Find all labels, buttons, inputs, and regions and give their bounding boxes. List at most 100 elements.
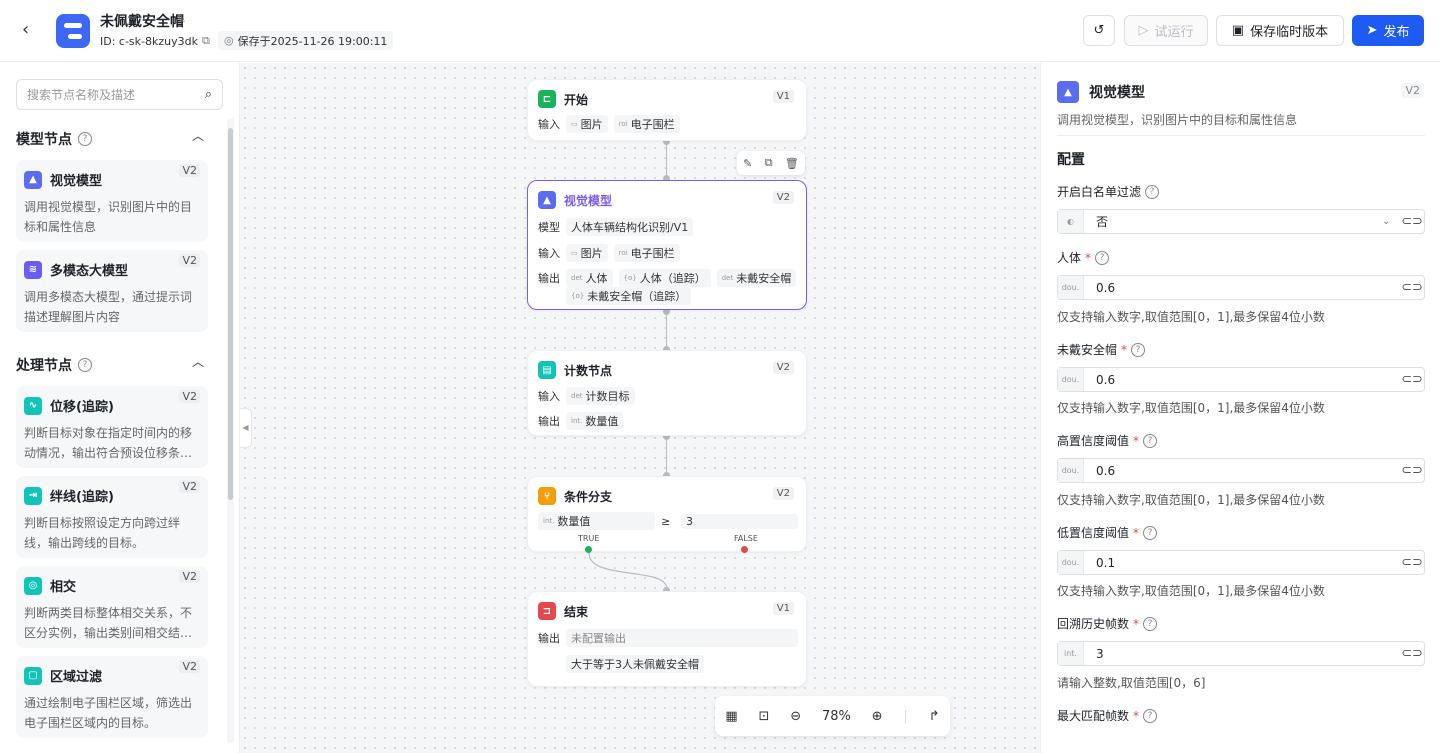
node-library-sidebar: 搜索节点名称及描述 ⌕ 模型节点? ︿ ▲ 视觉模型 V2 调用视觉模型，识别图片中…: [0, 63, 240, 753]
link-icon[interactable]: ⊂⊃: [1400, 555, 1424, 570]
zoom-out-icon[interactable]: ⊖: [790, 709, 801, 724]
help-icon[interactable]: ?: [1145, 184, 1160, 199]
no-helmet-threshold-input[interactable]: dou. 0.6 ⊂⊃: [1057, 367, 1425, 392]
save-version-button[interactable]: ▣ 保存临时版本: [1216, 15, 1344, 46]
app-title: 未佩戴安全帽: [100, 14, 184, 30]
link-icon[interactable]: ⊂⊃: [1400, 646, 1424, 661]
app-logo: [56, 14, 90, 48]
node-card-tripwire[interactable]: ⇥ 绊线(追踪) V2 判断目标按照设定方向跨过绊线，输出跨线的目标。: [16, 476, 208, 558]
tripwire-icon: ⇥: [24, 486, 42, 505]
true-label: TRUE: [578, 534, 600, 543]
link-icon[interactable]: ⊂⊃: [1400, 280, 1424, 295]
edit-title-icon[interactable]: ✎: [176, 12, 186, 26]
node-end[interactable]: ⊐ 结束 V1 输出 未配置输出 大于等于3人未佩戴安全帽: [527, 591, 807, 687]
condition-field[interactable]: int. 数量值: [538, 512, 656, 530]
node-start[interactable]: ⊏ 开始 V1 输入 ▭ 图片 roi 电子围栏: [527, 79, 807, 141]
sidebar-scrollbar[interactable]: [228, 128, 233, 500]
field-label: 高置信度阈值 *?: [1057, 432, 1158, 449]
field-label: 人体 *?: [1057, 249, 1110, 266]
whitelist-select[interactable]: ◐ 否 ⌄ ⊂⊃: [1057, 209, 1425, 234]
false-label: FALSE: [734, 534, 758, 543]
field-label: 最大匹配帧数 *?: [1057, 707, 1158, 724]
check-circle-icon: ◎: [224, 34, 234, 47]
config-section-title: 配置: [1057, 152, 1085, 168]
node-card-multimodal-model[interactable]: ≋ 多模态大模型 V2 调用多模态大模型，通过提示词描述理解图片内容: [16, 250, 208, 332]
grid-icon[interactable]: ▦: [725, 709, 737, 724]
help-icon[interactable]: ?: [1143, 708, 1158, 723]
node-card-vision-model[interactable]: ▲ 视觉模型 V2 调用视觉模型，识别图片中的目标和属性信息: [16, 160, 208, 242]
panel-desc: 调用视觉模型，识别图片中的目标和属性信息: [1057, 113, 1298, 127]
input-chip: ▭ 图片: [566, 115, 608, 133]
collapse-sidebar-icon[interactable]: ◀: [240, 408, 252, 448]
output-chip: int. 数量值: [566, 412, 624, 430]
region-icon: ▢: [24, 666, 42, 685]
false-port[interactable]: [741, 546, 748, 553]
help-icon[interactable]: ?: [1095, 250, 1110, 265]
input-chip: det 计数目标: [566, 387, 635, 405]
history-frames-input[interactable]: int. 3 ⊂⊃: [1057, 641, 1425, 666]
back-arrow-icon[interactable]: ‹: [22, 20, 42, 40]
end-icon: ⊐: [538, 602, 556, 620]
link-icon[interactable]: ⊂⊃: [1400, 214, 1424, 229]
panel-version: V2: [1401, 83, 1424, 98]
edit-icon[interactable]: ✎: [743, 157, 752, 170]
field-label: 未戴安全帽 *?: [1057, 341, 1146, 358]
save-icon: ▣: [1231, 23, 1245, 38]
counter-icon: ▤: [538, 361, 556, 379]
low-confidence-input[interactable]: dou. 0.1 ⊂⊃: [1057, 550, 1425, 575]
field-label: 低置信度阈值 *?: [1057, 524, 1158, 541]
node-card-region-filter[interactable]: ▢ 区域过滤 V2 通过绘制电子围栏区域，筛选出电子围栏区域内的目标。: [16, 656, 208, 738]
layers-icon: ≋: [24, 260, 42, 279]
copy-icon[interactable]: ⧉: [202, 34, 210, 48]
output-chip: det 人体: [566, 269, 613, 287]
search-icon: ⌕: [204, 87, 212, 102]
input-chip: roi 电子围栏: [613, 115, 680, 133]
node-search-input[interactable]: 搜索节点名称及描述 ⌕: [16, 79, 223, 110]
chevron-up-icon[interactable]: ︿: [192, 127, 204, 144]
workflow-canvas[interactable]: ◀ ⊏ 开始 V1 输入 ▭ 图片 roi 电子围栏 ✎ ⧉ 🗑 ▲ 视觉模型 V2 模型 …: [240, 63, 1040, 753]
whitelist-label: 开启白名单过滤?: [1057, 183, 1160, 200]
copy-icon[interactable]: ⧉: [765, 156, 773, 170]
toolbar-divider: |: [903, 708, 908, 724]
section-model-nodes[interactable]: 模型节点?: [16, 129, 92, 149]
connector-icon[interactable]: ↱: [929, 709, 940, 724]
delete-icon[interactable]: 🗑: [785, 157, 799, 170]
canvas-toolbar: ▦ ⊡ ⊖ 78% ⊕ | ↱: [715, 696, 950, 736]
zoom-in-icon[interactable]: ⊕: [872, 709, 883, 724]
end-message: 大于等于3人未佩戴安全帽: [566, 655, 704, 673]
input-chip: roi 电子围栏: [613, 244, 680, 262]
help-icon[interactable]: ?: [1131, 342, 1146, 357]
publish-button[interactable]: ➤ 发布: [1352, 15, 1424, 46]
node-counter[interactable]: ▤ 计数节点 V2 输入 det 计数目标 输出 int. 数量值: [527, 350, 807, 436]
fit-view-icon[interactable]: ⊡: [759, 709, 770, 724]
save-status: ◎ 保存于2025-11-26 19:00:11: [218, 31, 394, 50]
section-process-nodes[interactable]: 处理节点?: [16, 355, 92, 375]
body-threshold-input[interactable]: dou. 0.6 ⊂⊃: [1057, 275, 1425, 300]
link-icon[interactable]: ⊂⊃: [1400, 372, 1424, 387]
help-icon[interactable]: ?: [1143, 525, 1158, 540]
image-icon: ▲: [1057, 81, 1079, 103]
true-port[interactable]: [585, 546, 592, 553]
high-confidence-input[interactable]: dou. 0.6 ⊂⊃: [1057, 458, 1425, 483]
chevron-down-icon: ⌄: [1382, 216, 1391, 227]
model-chip: 人体车辆结构化识别/V1: [566, 218, 694, 236]
node-card-displacement[interactable]: ∿ 位移(追踪) V2 判断目标对象在指定时间内的移动情况，输出符合预设位移条…: [16, 386, 208, 468]
help-icon[interactable]: ?: [78, 132, 92, 146]
chevron-up-icon[interactable]: ︿: [192, 353, 204, 370]
zoom-level: 78%: [821, 708, 851, 724]
node-condition-branch[interactable]: ⑂ 条件分支 V2 int. 数量值 ≥ 3 TRUE FALSE: [527, 476, 807, 553]
help-icon[interactable]: ?: [78, 358, 92, 372]
link-icon[interactable]: ⊂⊃: [1400, 463, 1424, 478]
send-icon: ➤: [1366, 23, 1378, 38]
help-icon[interactable]: ?: [1143, 616, 1158, 631]
history-button[interactable]: ↺: [1083, 15, 1115, 46]
node-card-intersect[interactable]: ◎ 相交 V2 判断两类目标整体相交关系，不区分实例，输出类别间相交结…: [16, 566, 208, 648]
image-icon: ▲: [24, 170, 42, 189]
help-icon[interactable]: ?: [1143, 433, 1158, 448]
condition-value[interactable]: 3: [680, 513, 798, 529]
output-chip: {o} 人体（追踪）: [618, 269, 711, 287]
test-run-button[interactable]: ▷ 试运行: [1124, 15, 1208, 46]
route-icon: ∿: [24, 396, 42, 415]
play-icon: ▷: [1138, 23, 1149, 38]
node-vision-model[interactable]: ▲ 视觉模型 V2 模型 人体车辆结构化识别/V1 输入 ▭ 图片 roi 电子围栏 …: [527, 180, 807, 310]
